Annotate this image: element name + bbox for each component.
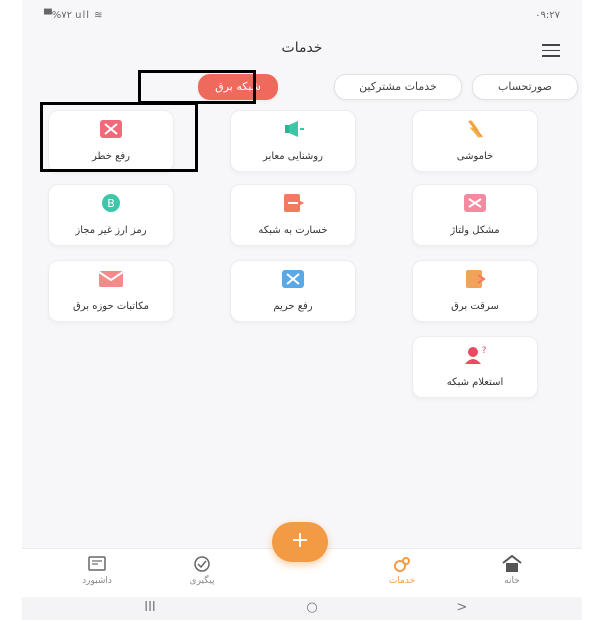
service-label: مکاتبات حوزه برق [72, 301, 150, 312]
service-label: خاموشی [456, 151, 494, 162]
network-damage-icon [284, 194, 305, 212]
system-navigation-bar: III ○ > [22, 598, 582, 620]
nav-label: خانه [504, 576, 520, 586]
voltage-problem-icon [464, 194, 486, 212]
service-card-voltage-problem[interactable]: مشکل ولتاژ [412, 184, 538, 246]
nav-label: پیگیری [189, 576, 215, 586]
status-bar: ▀%۷۲ ull ≋ ۰۹:۲۷ [22, 0, 582, 32]
network-inquiry-icon: ? [465, 346, 487, 364]
home-icon [502, 555, 522, 572]
service-card-correspondence[interactable]: مکاتبات حوزه برق [48, 260, 174, 322]
nav-label: داشبورد [82, 576, 112, 586]
status-time: ۰۹:۲۷ [535, 10, 560, 21]
svg-text:B: B [107, 197, 115, 210]
service-card-crypto[interactable]: B رمز ارز غیر مجاز [48, 184, 174, 246]
tab-subscriber-services[interactable]: خدمات مشترکین [334, 74, 462, 100]
tab-highlight-box [138, 70, 256, 104]
boundary-fix-icon [282, 270, 304, 288]
service-label: رفع حریم [273, 301, 313, 312]
nav-home[interactable]: خانه [477, 555, 547, 586]
service-card-power-outage[interactable]: خاموشی [412, 110, 538, 172]
svg-text:?: ? [482, 346, 487, 356]
add-button[interactable]: + [272, 522, 328, 562]
service-card-electricity-theft[interactable]: سرقت برق [412, 260, 538, 322]
category-tabs: صورتحساب خدمات مشترکین شبکه برق [22, 74, 582, 104]
power-off-icon [468, 120, 483, 138]
service-label: استعلام شبکه [446, 377, 504, 388]
service-card-network-damage[interactable]: خسارت به شبکه [230, 184, 356, 246]
status-icons-left: ▀%۷۲ ull ≋ [44, 10, 104, 21]
service-label: روشنایی معابر [263, 151, 323, 162]
app-header: خدمات [22, 32, 582, 68]
service-card-street-lighting[interactable]: روشنایی معابر [230, 110, 356, 172]
crypto-icon: B [102, 194, 120, 212]
nav-label: خدمات [388, 576, 416, 586]
service-label: مشکل ولتاژ [450, 225, 500, 236]
menu-icon[interactable] [542, 44, 560, 57]
tracking-icon [194, 556, 210, 572]
services-icon [394, 557, 410, 572]
nav-dashboard[interactable]: داشبورد [62, 555, 132, 586]
service-card-boundary-fix[interactable]: رفع حریم [230, 260, 356, 322]
tab-invoice[interactable]: صورتحساب [472, 74, 578, 100]
mail-icon [98, 271, 124, 287]
card-highlight-box [40, 102, 198, 172]
service-label: رمز ارز غیر مجاز [75, 225, 147, 236]
nav-tracking[interactable]: پیگیری [167, 555, 237, 586]
phone-screen: ▀%۷۲ ull ≋ ۰۹:۲۷ خدمات صورتحساب خدمات مش… [22, 0, 582, 620]
dashboard-icon [88, 556, 106, 571]
electricity-theft-icon [466, 270, 486, 288]
street-light-icon [285, 121, 304, 137]
service-card-network-inquiry[interactable]: ? استعلام شبکه [412, 336, 538, 398]
recent-apps-button[interactable]: III [130, 600, 170, 615]
service-label: خسارت به شبکه [258, 225, 328, 236]
service-label: سرقت برق [451, 301, 499, 312]
back-system-button[interactable]: > [442, 600, 482, 615]
home-system-button[interactable]: ○ [292, 600, 332, 615]
page-title: خدمات [281, 40, 323, 56]
nav-services[interactable]: خدمات [367, 555, 437, 586]
